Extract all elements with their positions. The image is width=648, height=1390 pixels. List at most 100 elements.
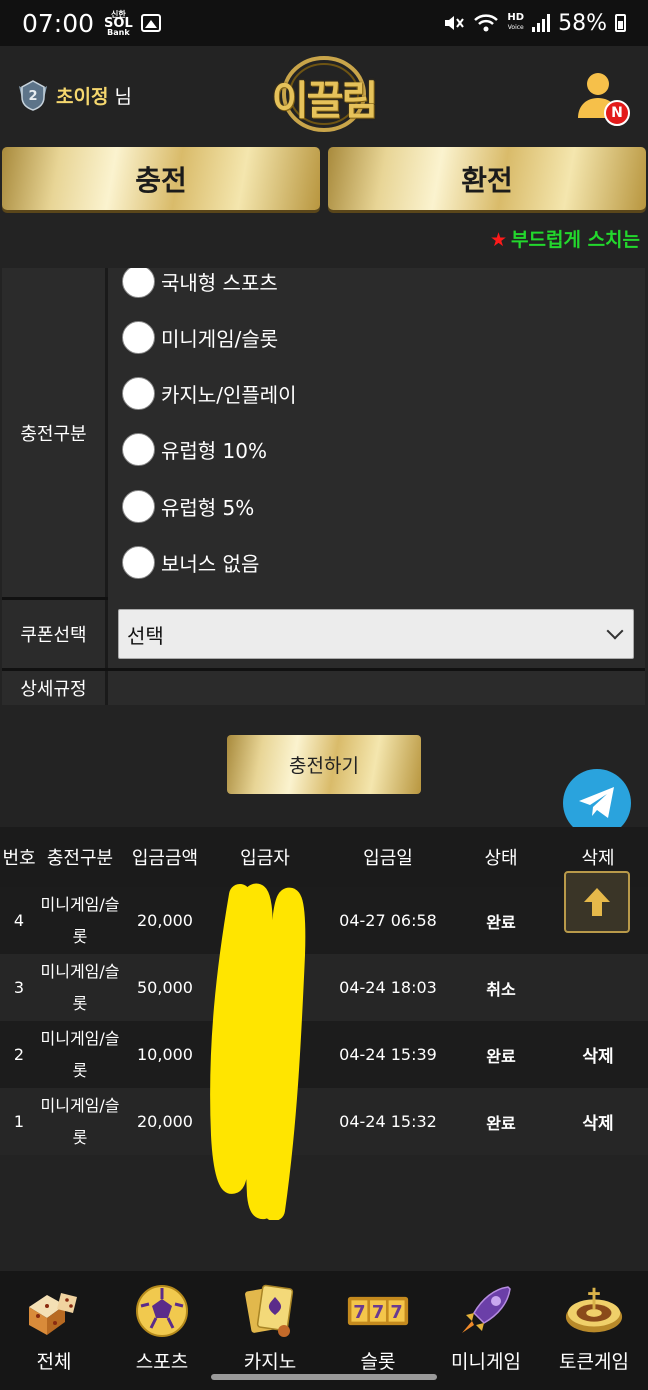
nav-item-casino[interactable]: 카지노 (216, 1271, 324, 1390)
radio-circle[interactable] (122, 268, 155, 298)
charge-type-options: 국내형 스포츠 미니게임/슬롯 카지노/인플레이 유럽형 10% 유럽형 5% (108, 268, 645, 600)
cell-amount: 20,000 (137, 911, 193, 930)
nav-item-minigame[interactable]: 미니게임 (432, 1271, 540, 1390)
soccer-ball-icon (131, 1281, 193, 1341)
submit-charge-button[interactable]: 충전하기 (227, 735, 421, 794)
status-bar: 07:00 신한 SOL Bank HD Voice 58% (0, 0, 648, 46)
cell-no: 4 (13, 911, 25, 930)
rank-badge-icon: 2 (19, 80, 47, 111)
cell-type: 미니게임/슬롯 (38, 889, 122, 953)
nav-item-all[interactable]: 전체 (0, 1271, 108, 1390)
header-status: 상태 (484, 848, 518, 869)
username: 초이정 (56, 85, 109, 108)
radio-option-label: 미니게임/슬롯 (161, 327, 279, 351)
star-icon: ★ (490, 229, 508, 251)
header-type: 충전구분 (46, 848, 114, 869)
radio-option-domestic-sports[interactable]: 국내형 스포츠 (122, 268, 278, 298)
gallery-icon (140, 14, 161, 32)
exchange-button[interactable]: 환전 (328, 147, 646, 210)
rocket-icon (455, 1281, 517, 1341)
cell-date: 04-27 06:58 (339, 911, 437, 930)
notification-badge: N (604, 100, 630, 126)
radio-circle[interactable] (122, 321, 155, 354)
hd-label: HD (507, 12, 525, 23)
cell-type-line1: 미니게임/슬 (40, 1028, 120, 1048)
nav-label: 슬롯 (360, 1351, 396, 1373)
cell-type-line1: 미니게임/슬 (40, 1095, 120, 1115)
cell-type-line1: 미니게임/슬 (40, 961, 120, 981)
wifi-icon (474, 14, 499, 32)
table-row: 2 미니게임/슬 롯 10,000 04-24 15:39 완료 삭제 (0, 1021, 648, 1088)
svg-text:7: 7 (353, 1303, 365, 1323)
coupon-row: 쿠폰선택 선택 (2, 600, 645, 671)
coupon-label: 쿠폰선택 (2, 600, 108, 668)
nav-item-slot[interactable]: 7 7 7 슬롯 (324, 1271, 432, 1390)
status-time: 07:00 (22, 8, 95, 38)
radio-circle[interactable] (122, 377, 155, 410)
radio-circle[interactable] (122, 490, 155, 523)
delete-button[interactable]: 삭제 (548, 1109, 648, 1134)
radio-option-no-bonus[interactable]: 보너스 없음 (122, 546, 259, 579)
nav-item-sports[interactable]: 스포츠 (108, 1271, 216, 1390)
cell-status: 완료 (486, 1113, 516, 1133)
coupon-field: 선택 (108, 600, 645, 668)
rules-row: 상세규정 (2, 671, 645, 705)
nav-item-token-game[interactable]: 토큰게임 (540, 1271, 648, 1390)
cell-type: 미니게임/슬 롯 (38, 956, 122, 1020)
username-suffix: 님 (114, 85, 132, 108)
cell-amount: 50,000 (137, 978, 193, 997)
status-right-icons: HD Voice 58% (443, 11, 626, 36)
cell-date: 04-24 15:32 (339, 1112, 437, 1131)
nav-label: 토큰게임 (559, 1351, 629, 1373)
header-depositor: 입금자 (240, 848, 290, 869)
svg-text:2: 2 (28, 89, 37, 104)
cell-type-line1: 미니게임/슬 (40, 894, 120, 914)
nav-label: 미니게임 (451, 1351, 521, 1373)
header-delete: 삭제 (581, 848, 615, 869)
radio-option-minigame-slot[interactable]: 미니게임/슬롯 (122, 321, 278, 354)
delete-button[interactable]: 삭제 (548, 1042, 648, 1067)
profile-button[interactable]: N (578, 70, 630, 126)
charge-type-label: 충전구분 (2, 268, 108, 597)
cell-date: 04-24 15:39 (339, 1045, 437, 1064)
coupon-select-value: 선택 (127, 623, 164, 648)
cell-type-line2: 롯 (72, 1127, 88, 1147)
table-row: 1 미니게임/슬 롯 20,000 04-24 15:32 완료 삭제 (0, 1088, 648, 1155)
status-left-icons: 신한 SOL Bank (104, 10, 161, 37)
roulette-icon (563, 1281, 625, 1341)
cell-status: 취소 (486, 979, 516, 999)
rules-field (108, 671, 645, 705)
site-logo[interactable]: 이끌림 (266, 54, 382, 134)
dice-icon (23, 1281, 85, 1341)
radio-option-european-10[interactable]: 유럽형 10% (122, 433, 267, 466)
cell-status: 완료 (486, 912, 516, 932)
cell-type-line2: 롯 (72, 926, 88, 946)
radio-option-label: 카지노/인플레이 (161, 383, 297, 407)
battery-icon (615, 14, 626, 32)
cell-amount: 20,000 (137, 1112, 193, 1131)
radio-circle[interactable] (122, 546, 155, 579)
coupon-select[interactable]: 선택 (118, 609, 634, 659)
radio-option-casino-inplay[interactable]: 카지노/인플레이 (122, 377, 297, 410)
cell-type: 미니게임/슬롯 (38, 1090, 122, 1154)
battery-percent: 58% (558, 10, 607, 36)
charge-button[interactable]: 충전 (2, 147, 320, 210)
radio-option-label: 유럽형 10% (161, 439, 268, 463)
scroll-to-top-button[interactable] (564, 871, 630, 933)
playing-cards-icon (239, 1281, 301, 1341)
deposit-history-table: 번호 충전구분 입금금액 입금자 입금일 상태 삭제 4 미니게임/슬 롯 20,… (0, 827, 648, 1155)
telegram-icon (579, 787, 614, 818)
charge-form: 충전구분 국내형 스포츠 미니게임/슬롯 카지노/인플레이 유럽형 10% 유럽… (2, 268, 645, 705)
marquee-text: 부드럽게 스치는 (511, 229, 641, 251)
radio-option-european-5[interactable]: 유럽형 5% (122, 490, 254, 523)
mute-icon (445, 16, 465, 30)
home-indicator[interactable] (211, 1374, 437, 1380)
svg-text:7: 7 (390, 1303, 402, 1323)
radio-circle[interactable] (122, 433, 155, 466)
rules-label: 상세규정 (2, 671, 108, 705)
cell-date: 04-24 18:03 (339, 978, 437, 997)
cell-amount: 10,000 (137, 1045, 193, 1064)
user-info[interactable]: 2 초이정 님 (16, 78, 132, 112)
header-no: 번호 (2, 848, 36, 869)
cell-type-line2: 롯 (72, 1060, 88, 1080)
